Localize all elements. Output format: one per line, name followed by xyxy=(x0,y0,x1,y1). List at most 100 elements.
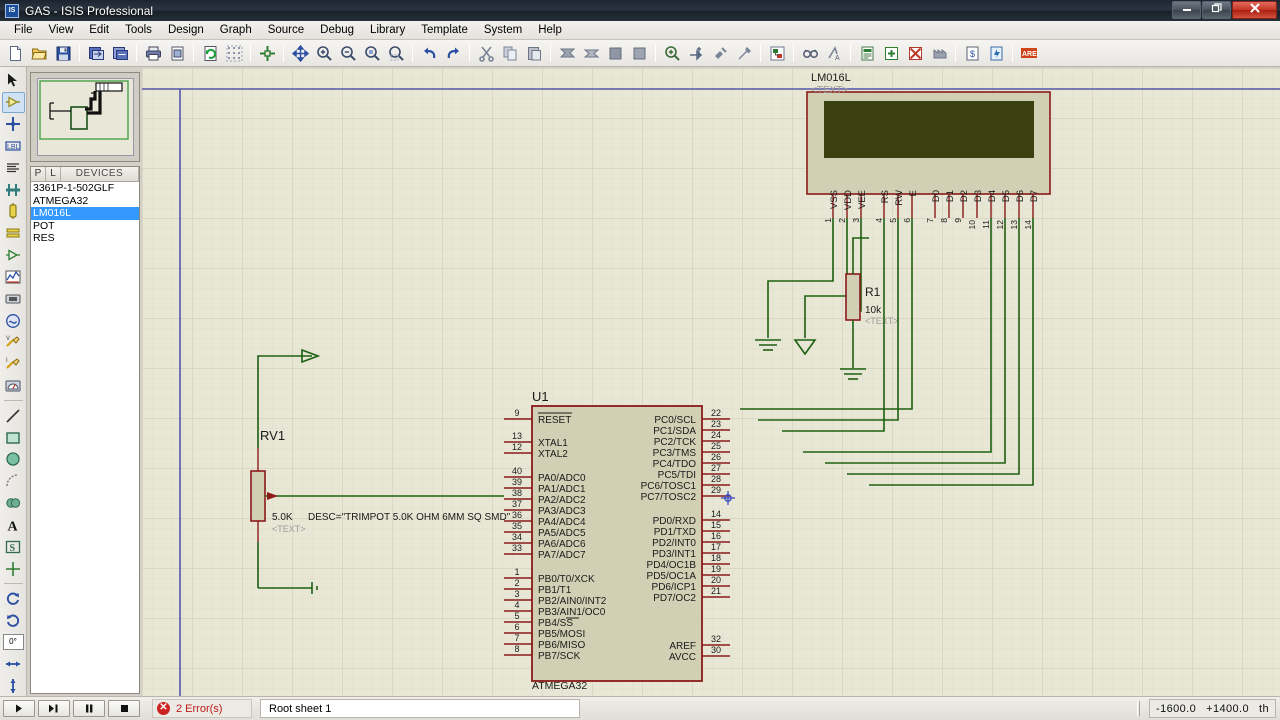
pick-device-icon[interactable] xyxy=(661,42,683,64)
generator-mode-icon[interactable] xyxy=(2,310,25,331)
menu-file[interactable]: File xyxy=(6,22,41,38)
window-titlebar: IS GAS - ISIS Professional xyxy=(0,0,1280,21)
current-probe-icon[interactable]: I xyxy=(2,354,25,375)
copy-icon[interactable] xyxy=(499,42,521,64)
refresh-display-icon[interactable] xyxy=(199,42,221,64)
graph-mode-icon[interactable] xyxy=(2,266,25,287)
svg-text:26: 26 xyxy=(711,452,721,462)
text-tool-icon[interactable]: A xyxy=(2,515,25,536)
print-icon[interactable] xyxy=(142,42,164,64)
block-move-icon[interactable] xyxy=(580,42,602,64)
minimize-button[interactable] xyxy=(1172,1,1201,19)
overview-preview-pane[interactable] xyxy=(30,72,140,162)
subcircuit-icon[interactable] xyxy=(2,201,25,222)
device-item-pot[interactable]: POT xyxy=(31,220,139,233)
auto-annotate-icon[interactable]: A xyxy=(823,42,845,64)
rotate-clockwise-icon[interactable] xyxy=(2,588,25,609)
device-item-atmega32[interactable]: ATMEGA32 xyxy=(31,195,139,208)
mirror-horizontal-icon[interactable] xyxy=(2,653,25,674)
terminals-mode-icon[interactable] xyxy=(2,223,25,244)
stop-button[interactable] xyxy=(108,700,140,717)
zoom-out-icon[interactable] xyxy=(337,42,359,64)
schematic-canvas[interactable]: VSS VDD VEE RS RW E D0 D1 D2 D3 D4 D5 D6… xyxy=(142,68,1280,696)
menu-system[interactable]: System xyxy=(476,22,530,38)
component-mode-icon[interactable] xyxy=(1,91,25,113)
menu-edit[interactable]: Edit xyxy=(81,22,117,38)
menu-tools[interactable]: Tools xyxy=(117,22,160,38)
device-item-lm016l[interactable]: LM016L xyxy=(31,207,139,220)
restore-button[interactable] xyxy=(1202,1,1231,19)
voltage-probe-icon[interactable]: V xyxy=(2,332,25,353)
device-item-3361p[interactable]: 3361P-1-502GLF xyxy=(31,182,139,195)
redo-icon[interactable] xyxy=(442,42,464,64)
mirror-vertical-icon[interactable] xyxy=(2,675,25,696)
decompose-icon[interactable] xyxy=(733,42,755,64)
symbol-tool-icon[interactable]: S xyxy=(2,536,25,557)
menu-view[interactable]: View xyxy=(41,22,82,38)
arc-tool-icon[interactable] xyxy=(2,471,25,492)
device-pins-icon[interactable] xyxy=(2,245,25,266)
netlist-spice-icon[interactable]: $ xyxy=(961,42,983,64)
svg-text:PC2/TCK: PC2/TCK xyxy=(654,437,697,448)
open-file-icon[interactable] xyxy=(28,42,50,64)
closed-path-tool-icon[interactable] xyxy=(2,493,25,514)
cut-icon[interactable] xyxy=(475,42,497,64)
junction-dot-icon[interactable] xyxy=(2,114,25,135)
box-tool-icon[interactable] xyxy=(2,427,25,448)
menu-design[interactable]: Design xyxy=(160,22,212,38)
pan-icon[interactable] xyxy=(289,42,311,64)
menu-template[interactable]: Template xyxy=(413,22,476,38)
block-copy-icon[interactable] xyxy=(556,42,578,64)
ares-icon[interactable]: ARES xyxy=(1018,42,1040,64)
new-file-icon[interactable] xyxy=(4,42,26,64)
menu-graph[interactable]: Graph xyxy=(212,22,260,38)
import-section-icon[interactable] xyxy=(85,42,107,64)
menu-source[interactable]: Source xyxy=(260,22,312,38)
pause-button[interactable] xyxy=(73,700,105,717)
model-fetch-icon[interactable] xyxy=(928,42,950,64)
status-errors[interactable]: ✕ 2 Error(s) xyxy=(152,699,252,718)
design-explorer-icon[interactable] xyxy=(799,42,821,64)
tape-recorder-icon[interactable] xyxy=(2,288,25,309)
netlist-energy-icon[interactable] xyxy=(985,42,1007,64)
toggle-grid-icon[interactable] xyxy=(223,42,245,64)
erc-report-icon[interactable] xyxy=(880,42,902,64)
make-device-icon[interactable] xyxy=(685,42,707,64)
origin-icon[interactable] xyxy=(256,42,278,64)
virtual-instruments-icon[interactable] xyxy=(2,376,25,397)
marker-tool-icon[interactable] xyxy=(2,558,25,579)
block-delete-icon[interactable] xyxy=(628,42,650,64)
menu-debug[interactable]: Debug xyxy=(312,22,362,38)
netlist-compiler-icon[interactable] xyxy=(904,42,926,64)
zoom-in-icon[interactable] xyxy=(313,42,335,64)
zoom-area-icon[interactable] xyxy=(385,42,407,64)
export-section-icon[interactable] xyxy=(109,42,131,64)
selection-mode-icon[interactable] xyxy=(2,70,25,91)
rotate-anticlockwise-icon[interactable] xyxy=(2,610,25,631)
devices-panel[interactable]: P L DEVICES 3361P-1-502GLF ATMEGA32 LM01… xyxy=(30,166,140,694)
line-tool-icon[interactable] xyxy=(2,405,25,426)
paste-icon[interactable] xyxy=(523,42,545,64)
circle-tool-icon[interactable] xyxy=(2,449,25,470)
bom-report-icon[interactable] xyxy=(856,42,878,64)
svg-text:27: 27 xyxy=(711,463,721,473)
svg-text:D5: D5 xyxy=(1001,190,1012,202)
play-button[interactable] xyxy=(3,700,35,717)
close-button[interactable] xyxy=(1232,1,1277,19)
device-item-res[interactable]: RES xyxy=(31,232,139,245)
wire-label-icon[interactable]: LBL xyxy=(2,135,25,156)
print-area-icon[interactable] xyxy=(166,42,188,64)
menu-help[interactable]: Help xyxy=(530,22,570,38)
packaging-tool-icon[interactable] xyxy=(709,42,731,64)
undo-icon[interactable] xyxy=(418,42,440,64)
save-file-icon[interactable] xyxy=(52,42,74,64)
svg-text:5: 5 xyxy=(888,218,898,223)
step-button[interactable] xyxy=(38,700,70,717)
toggle-netlist-icon[interactable] xyxy=(766,42,788,64)
buses-icon[interactable] xyxy=(2,179,25,200)
rotation-angle-field[interactable]: 0° xyxy=(2,632,25,653)
zoom-all-icon[interactable] xyxy=(361,42,383,64)
block-rotate-icon[interactable] xyxy=(604,42,626,64)
text-script-icon[interactable] xyxy=(2,157,25,178)
menu-library[interactable]: Library xyxy=(362,22,413,38)
